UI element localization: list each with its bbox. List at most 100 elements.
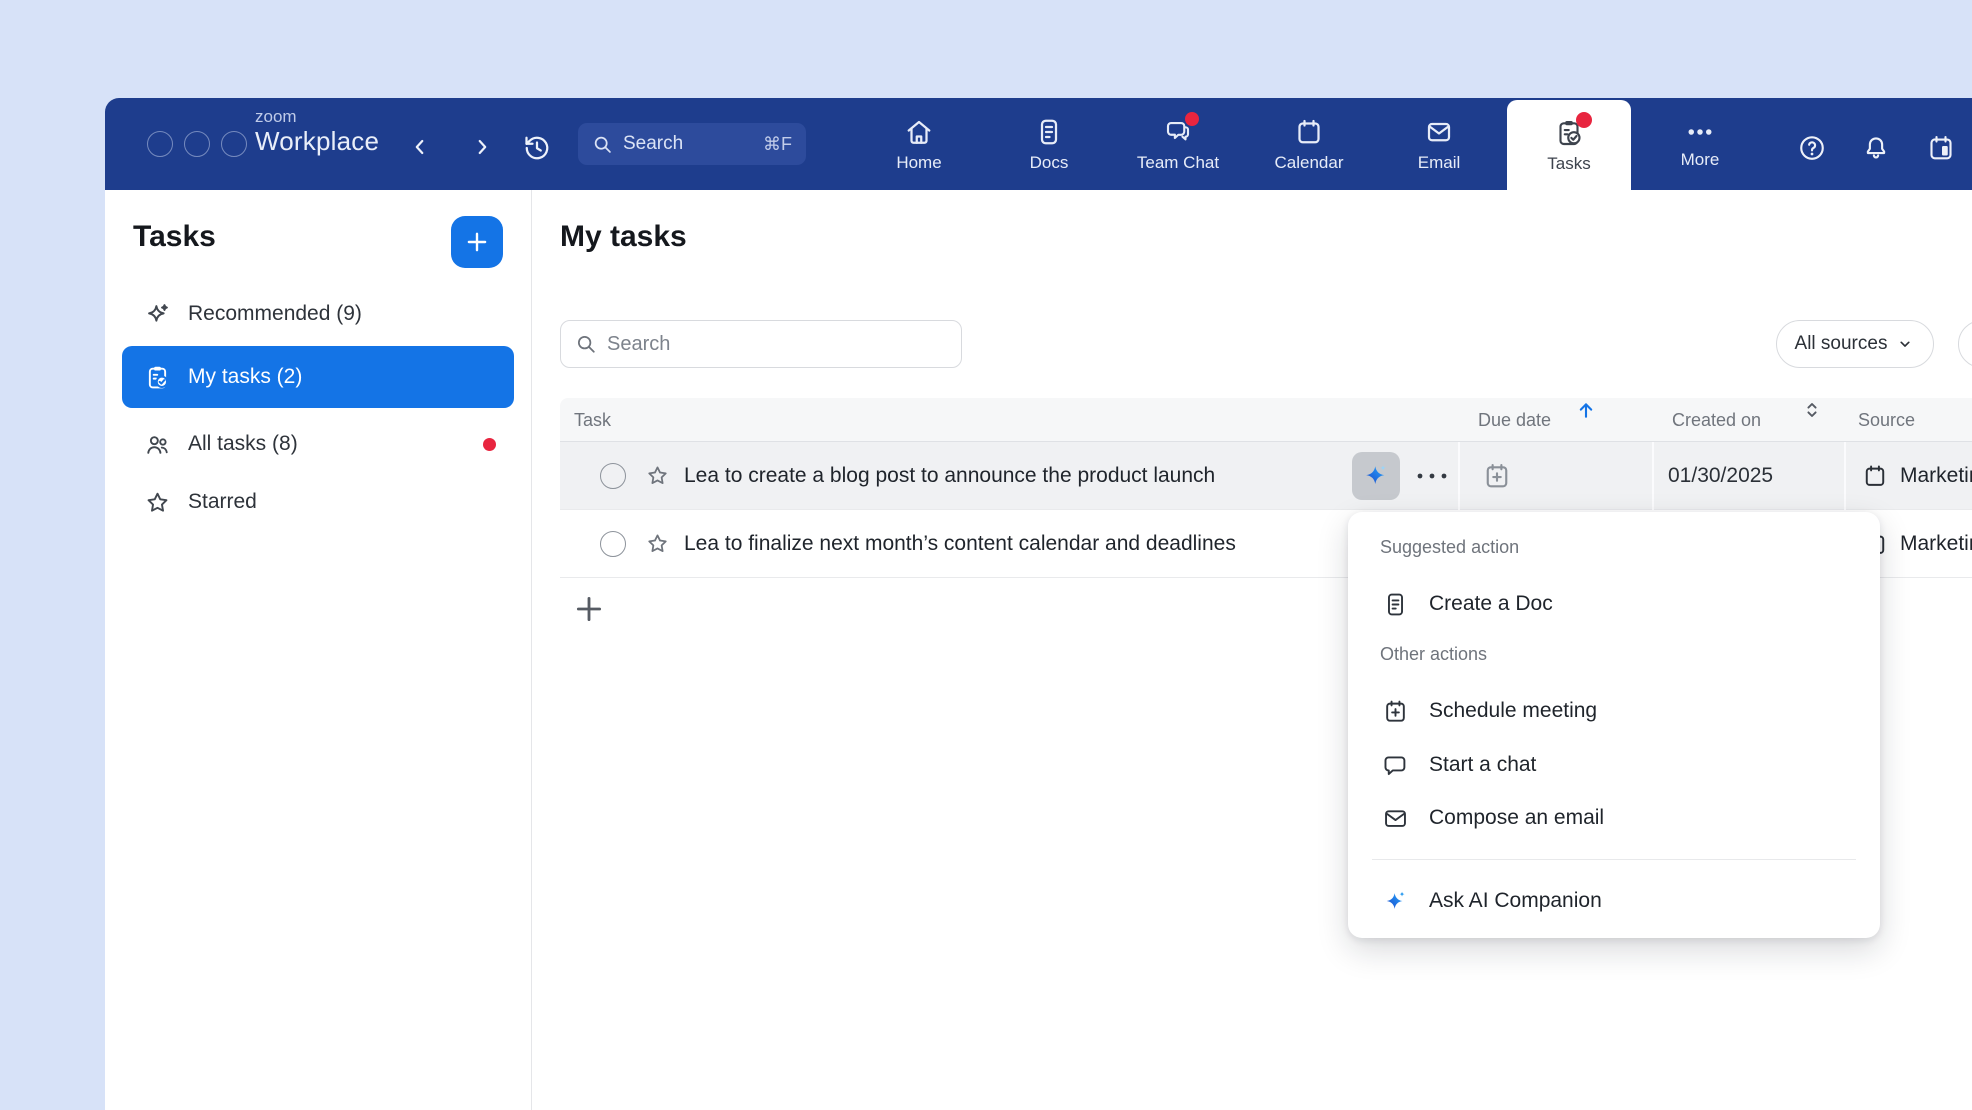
- calendar-quick-button[interactable]: [1921, 128, 1961, 168]
- tab-label: Docs: [1030, 154, 1069, 171]
- created-on-value: 01/30/2025: [1668, 442, 1773, 510]
- calendar-icon: [1294, 117, 1324, 147]
- sidebar-item-my-tasks[interactable]: My tasks (2): [122, 346, 514, 408]
- menu-section-label: Suggested action: [1380, 537, 1519, 558]
- source-value: Marketing: [1900, 442, 1972, 510]
- add-row-button[interactable]: [572, 592, 606, 626]
- window-control-minimize[interactable]: [184, 131, 210, 157]
- task-search: [560, 320, 962, 368]
- menu-item-label: Compose an email: [1429, 806, 1604, 830]
- add-task-button[interactable]: [451, 216, 503, 268]
- column-created-on[interactable]: Created on: [1672, 398, 1761, 442]
- sidebar-item-all-tasks[interactable]: All tasks (8): [122, 420, 514, 468]
- help-button[interactable]: [1792, 128, 1832, 168]
- global-search[interactable]: Search ⌘F: [578, 123, 806, 165]
- sidebar-title: Tasks: [133, 220, 216, 254]
- sort-both-icon[interactable]: [1800, 398, 1824, 422]
- column-due-date[interactable]: Due date: [1478, 398, 1551, 442]
- search-icon: [592, 134, 613, 155]
- row-more-actions-button[interactable]: [1410, 463, 1454, 489]
- window-control-maximize[interactable]: [221, 131, 247, 157]
- menu-item-start-a-chat[interactable]: Start a chat: [1348, 737, 1880, 793]
- table-header: Task Due date Created on Source: [560, 398, 1972, 442]
- tab-label: Tasks: [1547, 155, 1590, 172]
- add-due-date-icon[interactable]: [1482, 461, 1512, 491]
- history-button[interactable]: [518, 129, 556, 167]
- suggested-actions-menu: Suggested action Create a Doc Other acti…: [1348, 512, 1880, 938]
- star-icon: [144, 489, 171, 516]
- tab-email[interactable]: Email: [1381, 98, 1497, 190]
- sidebar-item-label: My tasks (2): [188, 365, 302, 389]
- window-controls: [147, 131, 247, 157]
- task-complete-checkbox[interactable]: [600, 531, 626, 557]
- menu-section-label: Other actions: [1380, 644, 1487, 665]
- nav-forward-button[interactable]: [465, 130, 499, 164]
- tasks-icon: [1554, 118, 1584, 148]
- menu-item-label: Ask AI Companion: [1429, 889, 1602, 913]
- ai-sparkle-icon: [1382, 888, 1409, 915]
- sidebar-item-label: Starred: [188, 490, 257, 514]
- more-icon: [1685, 120, 1715, 144]
- tab-label: Team Chat: [1137, 154, 1219, 171]
- team-chat-icon: [1163, 117, 1193, 147]
- menu-divider: [1372, 859, 1856, 860]
- sidebar-item-label: All tasks (8): [188, 432, 298, 456]
- star-icon[interactable]: [645, 531, 670, 556]
- more-label: More: [1681, 151, 1720, 168]
- history-icon: [522, 133, 552, 163]
- docs-icon: [1034, 117, 1064, 147]
- tab-docs[interactable]: Docs: [991, 98, 1107, 190]
- source-value: Marketing: [1900, 510, 1972, 578]
- chat-bubble-icon: [1382, 752, 1409, 779]
- task-title[interactable]: Lea to finalize next month’s content cal…: [684, 510, 1236, 578]
- tab-team-chat[interactable]: Team Chat: [1120, 98, 1236, 190]
- tasks-sidebar: Tasks Recommended (9) My tas: [105, 190, 532, 1110]
- tab-tasks[interactable]: Tasks: [1507, 100, 1631, 190]
- menu-item-compose-an-email[interactable]: Compose an email: [1348, 790, 1880, 846]
- cell-divider: [1844, 442, 1846, 510]
- sidebar-item-label: Recommended (9): [188, 302, 362, 326]
- partial-filter-button[interactable]: [1958, 320, 1972, 368]
- menu-item-label: Schedule meeting: [1429, 699, 1597, 723]
- menu-item-ask-ai-companion[interactable]: Ask AI Companion: [1348, 873, 1880, 929]
- nav-back-button[interactable]: [403, 130, 437, 164]
- star-icon[interactable]: [645, 463, 670, 488]
- email-icon: [1424, 117, 1454, 147]
- tab-label: Home: [896, 154, 941, 171]
- tab-calendar[interactable]: Calendar: [1251, 98, 1367, 190]
- ai-companion-action-button[interactable]: [1352, 452, 1400, 500]
- notification-dot: [483, 438, 496, 451]
- search-input[interactable]: [607, 333, 949, 356]
- sparkle-icon: [144, 301, 171, 328]
- tab-more[interactable]: More: [1642, 98, 1758, 190]
- sort-ascending-icon[interactable]: [1574, 398, 1598, 422]
- task-row[interactable]: Lea to create a blog post to announce th…: [560, 442, 1972, 510]
- home-icon: [904, 117, 934, 147]
- logo-zoom-text: zoom: [255, 107, 379, 126]
- task-title[interactable]: Lea to create a blog post to announce th…: [684, 442, 1215, 510]
- sidebar-item-starred[interactable]: Starred: [122, 478, 514, 526]
- chevron-left-icon: [409, 136, 431, 158]
- task-complete-checkbox[interactable]: [600, 463, 626, 489]
- window-control-close[interactable]: [147, 131, 173, 157]
- menu-item-label: Start a chat: [1429, 753, 1536, 777]
- calendar-icon: [1862, 463, 1888, 489]
- calendar-plus-icon: [1382, 698, 1409, 725]
- column-task[interactable]: Task: [574, 398, 611, 442]
- zoom-workplace-logo: zoom Workplace: [255, 107, 379, 156]
- source-filter-dropdown[interactable]: All sources: [1776, 320, 1934, 368]
- bell-icon: [1861, 133, 1891, 163]
- cell-divider: [1458, 442, 1460, 510]
- task-list-icon: [144, 364, 171, 391]
- notifications-button[interactable]: [1856, 128, 1896, 168]
- tab-home[interactable]: Home: [861, 98, 977, 190]
- sidebar-item-recommended[interactable]: Recommended (9): [122, 290, 514, 338]
- column-source[interactable]: Source: [1858, 398, 1915, 442]
- screen: zoom Workplace: [0, 0, 1972, 1110]
- chevron-down-icon: [1895, 334, 1915, 354]
- source-filter-value: All sources: [1795, 333, 1888, 355]
- notification-dot: [1185, 112, 1199, 126]
- menu-item-schedule-meeting[interactable]: Schedule meeting: [1348, 683, 1880, 739]
- tab-label: Calendar: [1275, 154, 1344, 171]
- menu-item-create-a-doc[interactable]: Create a Doc: [1348, 576, 1880, 632]
